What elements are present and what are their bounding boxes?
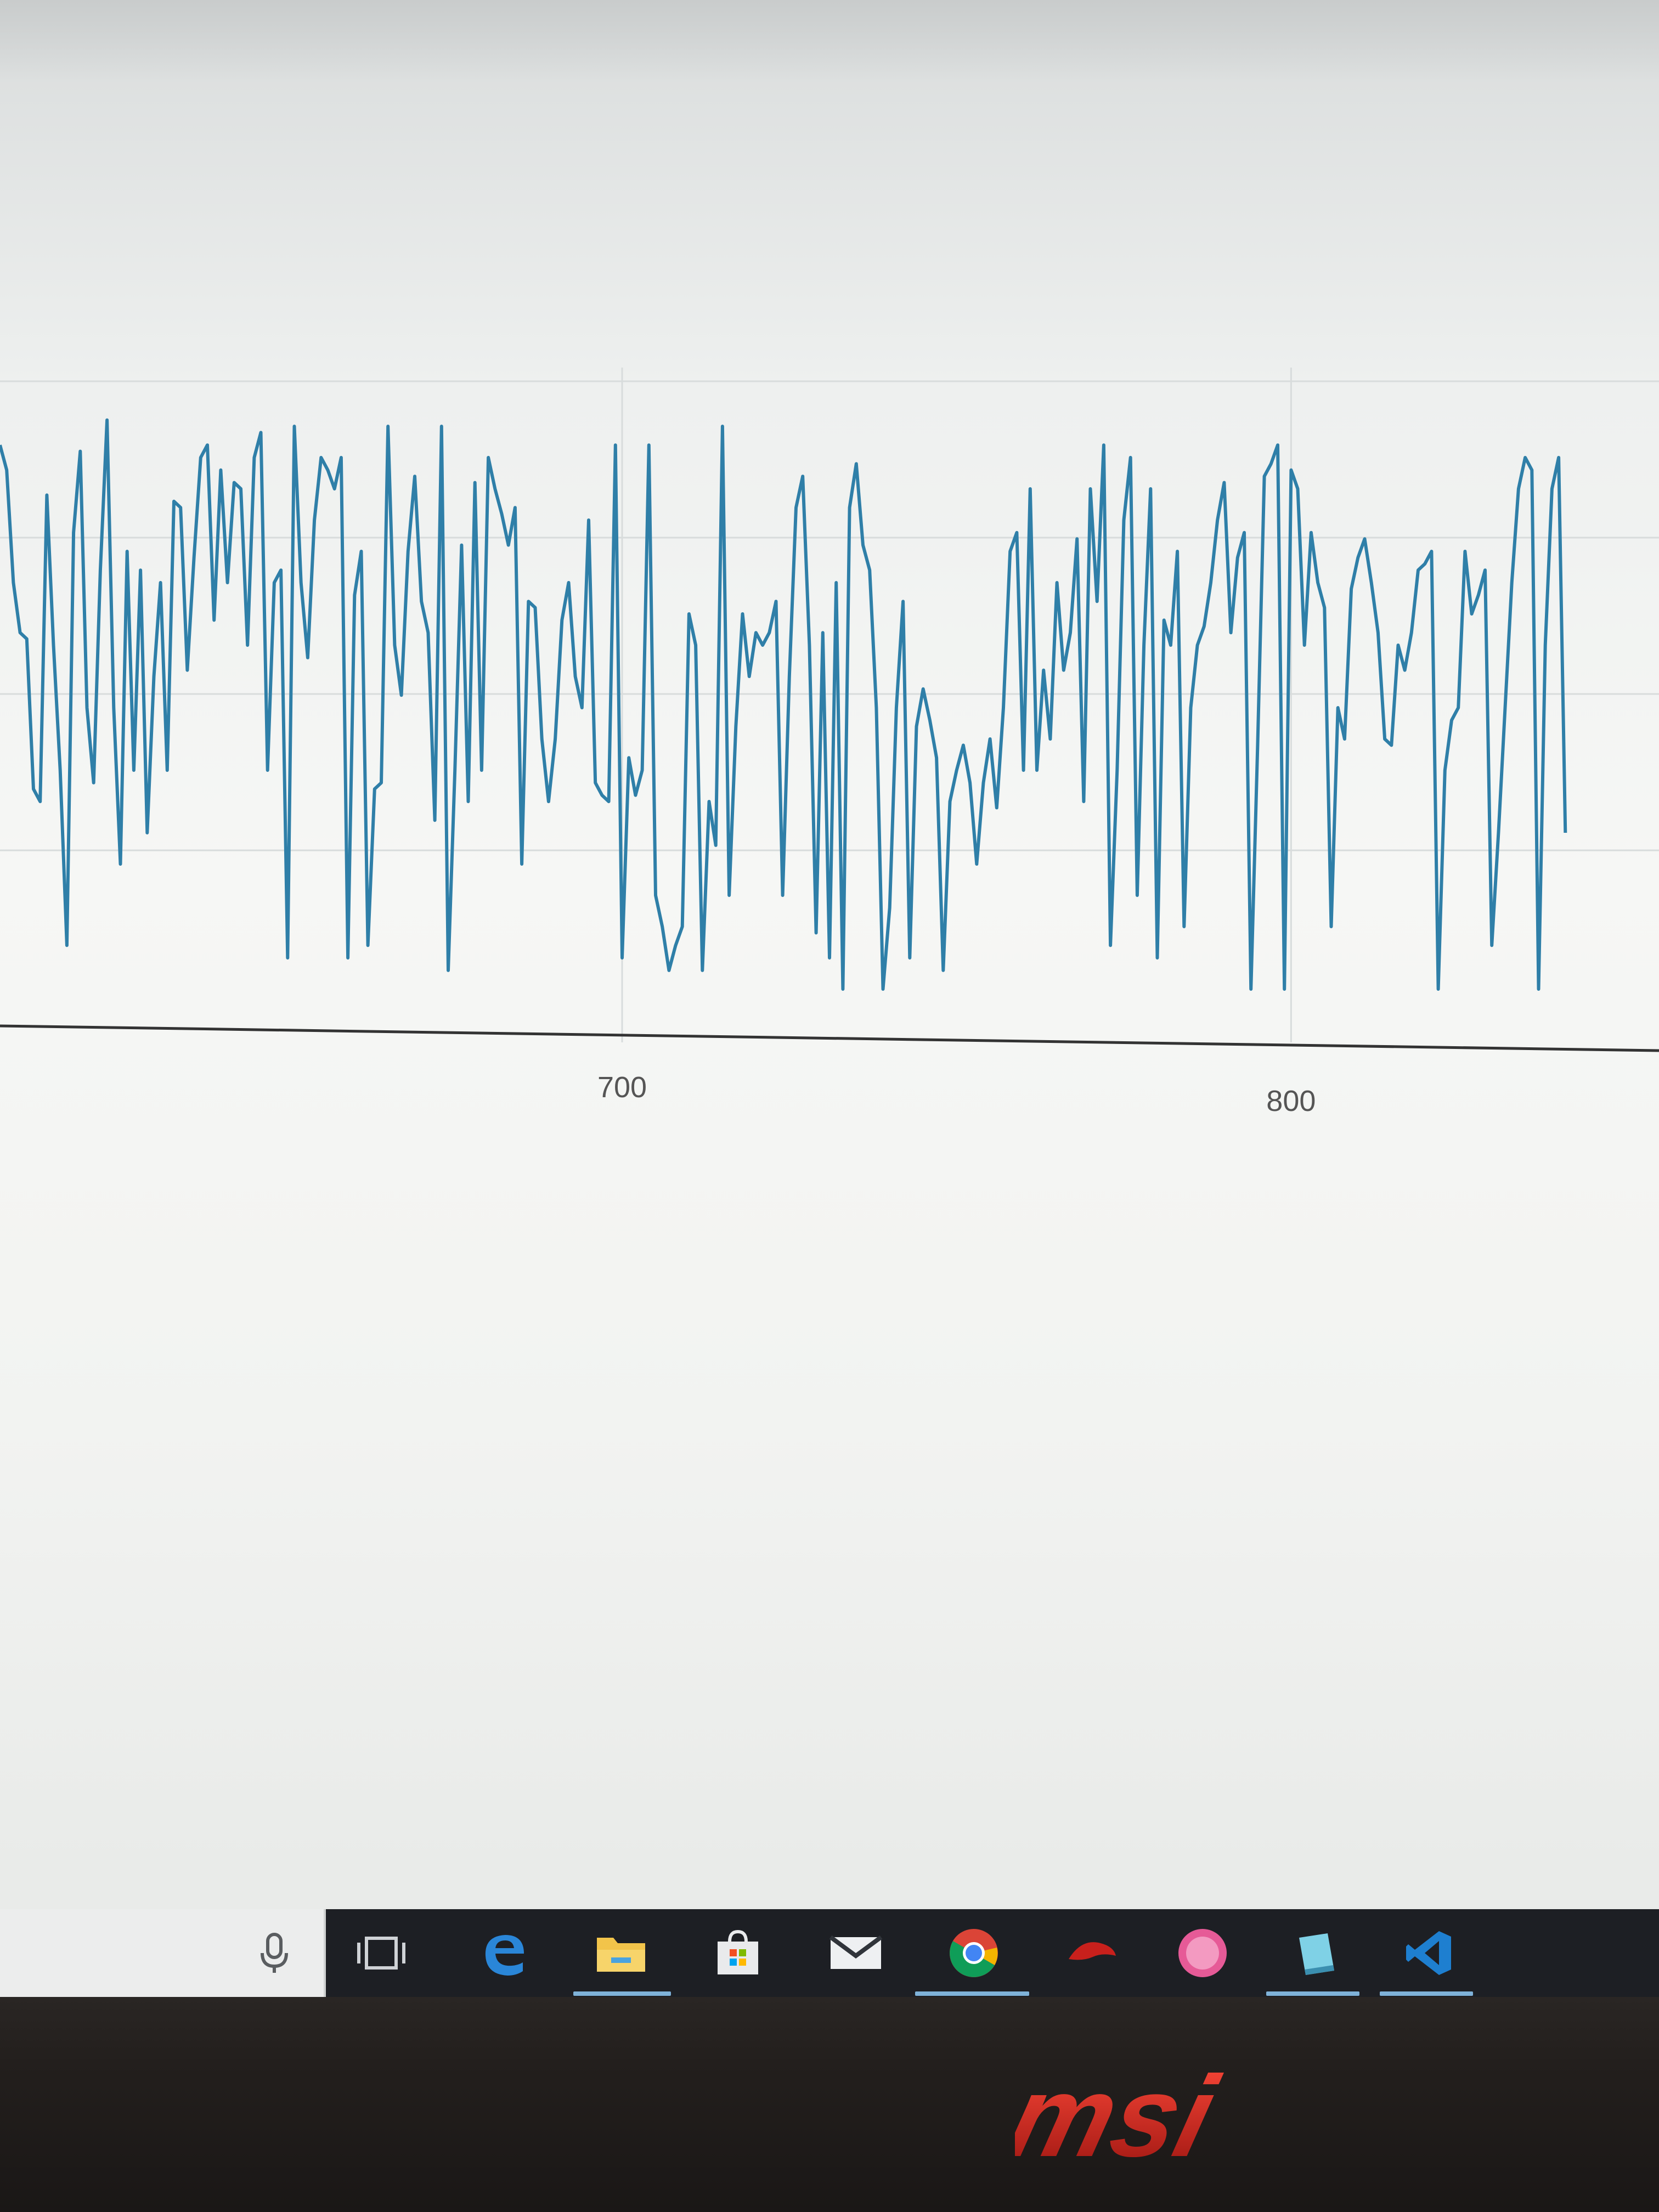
edge-icon[interactable] xyxy=(476,1926,531,1980)
file-explorer-icon[interactable] xyxy=(594,1926,648,1980)
x-tick-label: 800 xyxy=(1266,1085,1316,1118)
microphone-icon[interactable] xyxy=(258,1931,291,1975)
laptop-bezel xyxy=(0,1997,1659,2212)
chart-series-layer xyxy=(0,418,1567,991)
task-view-icon[interactable] xyxy=(354,1926,409,1980)
x-tick-labels: 700 800 xyxy=(597,1071,1316,1118)
vscode-icon[interactable] xyxy=(1402,1926,1457,1980)
file-explorer-active-indicator xyxy=(573,1991,671,1996)
taskbar-search-box[interactable] xyxy=(0,1909,326,1997)
svg-text:msi: msi xyxy=(1015,2063,1229,2172)
x-axis-line xyxy=(0,1024,1659,1052)
chrome-active-indicator xyxy=(915,1991,1029,1996)
notes-active-indicator xyxy=(1266,1991,1359,1996)
windows-taskbar xyxy=(0,1909,1659,1997)
series-line xyxy=(0,418,1567,991)
notes-app-icon[interactable] xyxy=(1288,1926,1343,1980)
red-app-icon[interactable] xyxy=(1064,1926,1119,1980)
chrome-icon[interactable] xyxy=(946,1926,1001,1980)
monitor-screen: 700 800 xyxy=(0,0,1659,1997)
line-chart: 700 800 xyxy=(0,368,1659,1118)
x-axis xyxy=(0,1024,1659,1052)
vscode-active-indicator xyxy=(1380,1991,1473,1996)
pink-app-icon[interactable] xyxy=(1175,1926,1230,1980)
store-icon[interactable] xyxy=(710,1926,765,1980)
mail-icon[interactable] xyxy=(828,1926,883,1980)
x-tick-label: 700 xyxy=(597,1071,647,1104)
msi-logo: msi xyxy=(1015,2063,1229,2172)
